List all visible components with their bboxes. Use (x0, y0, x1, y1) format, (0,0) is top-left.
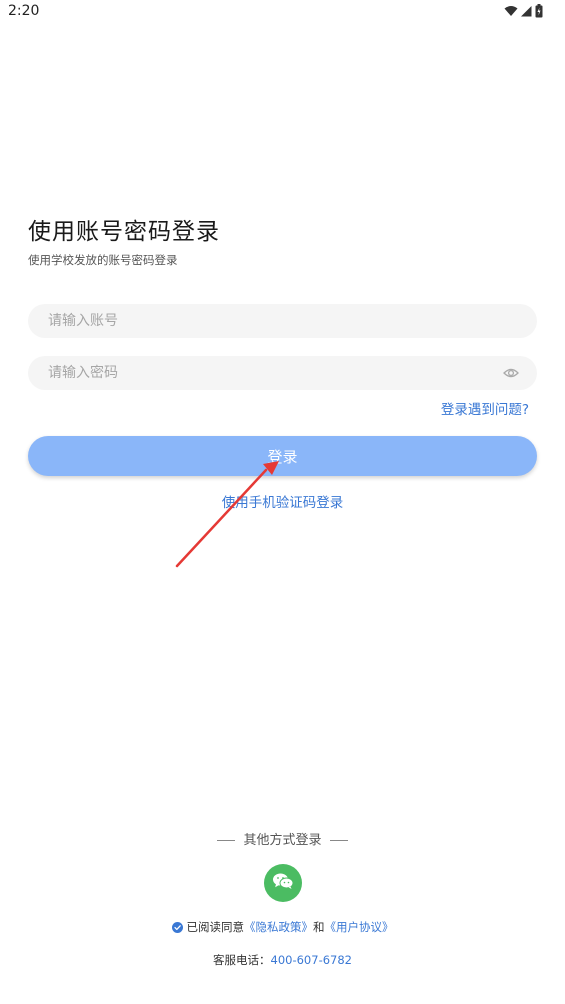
page-title: 使用账号密码登录 (28, 219, 220, 245)
account-field-container (28, 304, 537, 338)
status-bar: 2:20 (0, 0, 565, 26)
support-phone-number[interactable]: 400-607-6782 (271, 953, 352, 967)
wifi-icon (504, 5, 518, 17)
eye-icon[interactable] (503, 365, 519, 385)
signal-icon (521, 5, 532, 17)
support-phone-label: 客服电话： (213, 953, 271, 967)
login-help-link[interactable]: 登录遇到问题? (441, 398, 529, 418)
status-icons (504, 4, 543, 18)
wechat-icon (272, 872, 294, 894)
login-button[interactable]: 登录 (28, 436, 537, 476)
agreement-and: 和 (313, 920, 325, 934)
other-login-title: 其他方式登录 (0, 829, 565, 848)
support-phone-row: 客服电话：400-607-6782 (0, 952, 565, 968)
divider-left (217, 840, 236, 841)
password-input[interactable] (28, 356, 537, 390)
battery-icon (535, 4, 543, 18)
divider-right (329, 840, 348, 841)
other-login-label: 其他方式登录 (243, 833, 322, 848)
account-input[interactable] (28, 304, 537, 338)
agreement-row: 已阅读同意《隐私政策》和《用户协议》 (0, 919, 565, 936)
password-field-container (28, 356, 537, 390)
user-agreement-link[interactable]: 《用户协议》 (325, 920, 394, 934)
sms-login-link[interactable]: 使用手机验证码登录 (0, 491, 565, 511)
agreement-prefix: 已阅读同意 (186, 920, 245, 934)
status-time: 2:20 (8, 3, 40, 19)
agreement-checkbox-icon[interactable] (171, 922, 183, 936)
page-subtitle: 使用学校发放的账号密码登录 (28, 253, 178, 267)
privacy-policy-link[interactable]: 《隐私政策》 (244, 920, 313, 934)
wechat-login-button[interactable] (264, 864, 302, 902)
